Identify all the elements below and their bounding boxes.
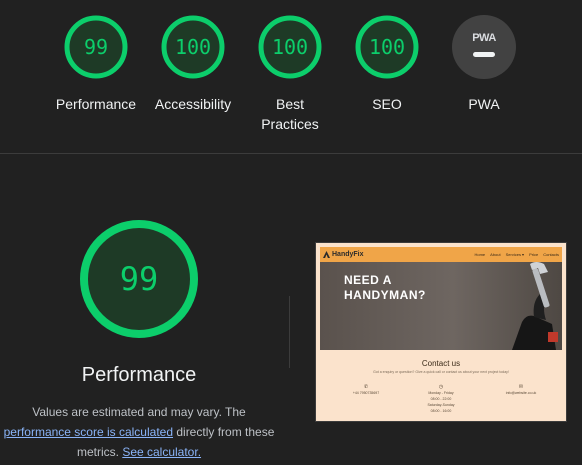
hours-1: 08:00 - 22:00 xyxy=(430,397,452,401)
thumbnail-menu-item: Price xyxy=(529,252,539,257)
thumbnail-menu-item: Contacts xyxy=(543,252,559,257)
pwa-badge-ring: PWA xyxy=(451,14,517,80)
hours-label: Monday - Friday xyxy=(428,391,454,395)
thumbnail-logo-text: HandyFix xyxy=(332,251,364,258)
thumbnail-menu: Home About Services ▾ Price Contacts xyxy=(474,252,559,257)
performance-main-score: 99 xyxy=(119,260,159,298)
performance-score-link[interactable]: performance score is calculated xyxy=(4,425,173,439)
thumbnail-hero: NEED A HANDYMAN? xyxy=(320,262,562,350)
performance-score: 99 xyxy=(83,35,109,59)
description-metrics: metrics. xyxy=(76,445,123,459)
thumbnail-phone: ✆ +44 7950735697 xyxy=(336,384,396,396)
accessibility-score: 100 xyxy=(174,35,212,59)
thumbnail-menu-item: Home xyxy=(474,252,486,257)
pwa-icon: PWA xyxy=(452,15,516,79)
thumbnail-hero-title: NEED A HANDYMAN? xyxy=(344,273,426,303)
category-scores: 99 Performance 100 Accessibility 100 Bes… xyxy=(0,0,582,154)
best-practices-score: 100 xyxy=(271,35,309,59)
thumbnail-contact-subtitle: Got a enquiry or question? Give a quick … xyxy=(373,370,509,374)
seo-score: 100 xyxy=(368,35,406,59)
best-practices-label: Best Practices xyxy=(261,96,319,132)
accessibility-score-ring: 100 xyxy=(160,14,226,80)
pwa-not-applicable-dash xyxy=(473,52,495,57)
performance-description: Values are estimated and may vary. The p… xyxy=(0,402,278,462)
thumbnail-menu-item: Services ▾ xyxy=(505,252,525,257)
best-practices-score-ring: 100 xyxy=(257,14,323,80)
email-text: info@website.co.uk xyxy=(505,391,537,395)
gauge-performance[interactable]: 99 Performance xyxy=(46,14,146,114)
thumbnail-menu-item: About xyxy=(490,252,501,257)
seo-score-ring: 100 xyxy=(354,14,420,80)
hours-2: 08:00 - 16:00 xyxy=(430,409,452,413)
see-calculator-link[interactable]: See calculator. xyxy=(122,445,201,459)
wrench-hand-image xyxy=(512,262,558,350)
clock-icon: ◷ xyxy=(438,384,444,390)
pwa-label: PWA xyxy=(468,96,500,112)
gauge-best-practices[interactable]: 100 Best Practices xyxy=(240,14,340,134)
hero-line-1: NEED A xyxy=(344,273,392,287)
thumbnail-logo: HandyFix xyxy=(323,251,364,258)
thumbnail-contact-heading: Contact us xyxy=(421,359,461,368)
hours-label-2: Saturday-Sunday xyxy=(427,403,455,407)
performance-score-ring: 99 xyxy=(63,14,129,80)
performance-main-gauge: 99 xyxy=(78,218,200,340)
description-line1: Values are estimated and may vary. The xyxy=(32,405,246,419)
vertical-separator xyxy=(289,296,290,368)
thumbnail-hours: ◷ Monday - Friday 08:00 - 22:00 Saturday… xyxy=(411,384,471,414)
logo-icon xyxy=(323,251,330,258)
final-screenshot-thumbnail[interactable]: HandyFix Home About Services ▾ Price Con… xyxy=(315,242,567,422)
seo-label: SEO xyxy=(372,96,402,112)
gauge-accessibility[interactable]: 100 Accessibility xyxy=(143,14,243,114)
performance-label: Performance xyxy=(55,96,137,112)
mail-icon: ✉ xyxy=(518,384,524,390)
accessibility-label: Accessibility xyxy=(154,96,232,112)
performance-title: Performance xyxy=(81,364,197,386)
gauge-seo[interactable]: 100 SEO xyxy=(337,14,437,114)
phone-text: +44 7950735697 xyxy=(352,391,380,395)
thumbnail-navbar: HandyFix Home About Services ▾ Price Con… xyxy=(320,247,562,262)
thumbnail-email: ✉ info@website.co.uk xyxy=(491,384,551,396)
section-divider xyxy=(0,153,582,154)
description-mid: directly from these xyxy=(173,425,275,439)
hero-line-2: HANDYMAN? xyxy=(344,288,426,302)
pwa-badge-text: PWA xyxy=(472,32,496,44)
phone-icon: ✆ xyxy=(363,384,369,390)
gauge-pwa[interactable]: PWA PWA xyxy=(434,14,534,114)
